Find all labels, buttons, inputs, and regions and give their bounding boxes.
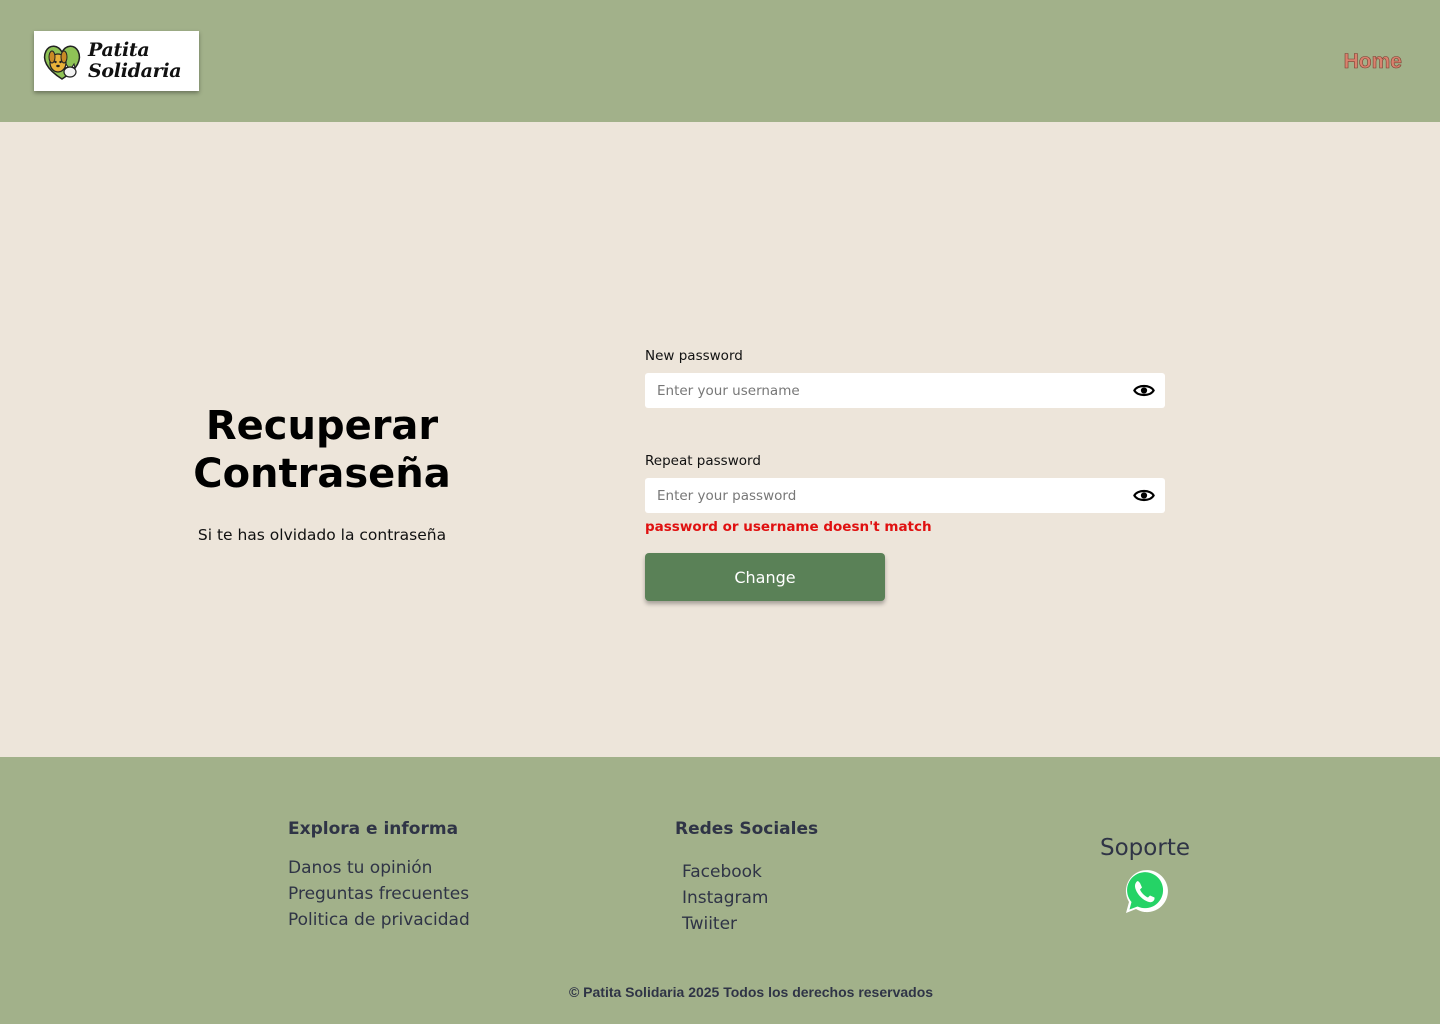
- eye-icon[interactable]: [1133, 382, 1155, 399]
- footer-link-privacy[interactable]: Politica de privacidad: [288, 907, 470, 933]
- repeat-password-input[interactable]: [645, 478, 1165, 513]
- eye-icon[interactable]: [1133, 487, 1155, 504]
- footer-link-opinion[interactable]: Danos tu opinión: [288, 855, 470, 881]
- footer-link-facebook[interactable]: Facebook: [682, 859, 818, 885]
- reset-password-form: New password Repeat password password or…: [645, 348, 1165, 601]
- page-title-line-2: Contraseña: [193, 451, 451, 497]
- footer-social-column: Redes Sociales Facebook Instagram Twiite…: [675, 819, 818, 937]
- repeat-password-label: Repeat password: [645, 453, 761, 469]
- footer-link-instagram[interactable]: Instagram: [682, 885, 818, 911]
- new-password-label: New password: [645, 348, 743, 364]
- footer-social-title: Redes Sociales: [675, 819, 819, 839]
- site-footer: Explora e informa Danos tu opinión Pregu…: [0, 757, 1440, 1024]
- password-error-message: password or username doesn't match: [645, 519, 932, 535]
- footer-explore-title: Explora e informa: [288, 819, 459, 839]
- intro-section: Recuperar Contraseña Si te has olvidado …: [172, 402, 472, 544]
- footer-link-twitter[interactable]: Twiiter: [682, 911, 818, 937]
- logo[interactable]: Patita Solidaria: [34, 31, 199, 91]
- footer-link-faq[interactable]: Preguntas frecuentes: [288, 881, 470, 907]
- new-password-field: [645, 373, 1165, 408]
- footer-explore-column: Explora e informa Danos tu opinión Pregu…: [288, 819, 470, 933]
- site-header: Patita Solidaria Home: [0, 0, 1440, 122]
- logo-text: Patita Solidaria: [88, 39, 182, 82]
- main-content: Recuperar Contraseña Si te has olvidado …: [0, 122, 1440, 757]
- footer-support: Soporte: [1070, 835, 1220, 917]
- logo-line-2: Solidaria: [88, 60, 182, 82]
- footer-support-title: Soporte: [1100, 835, 1190, 861]
- change-button[interactable]: Change: [645, 553, 885, 601]
- nav-home-link[interactable]: Home: [1343, 50, 1402, 74]
- footer-explore-links: Danos tu opinión Preguntas frecuentes Po…: [288, 855, 470, 933]
- whatsapp-icon[interactable]: [1120, 867, 1170, 917]
- page-subtitle: Si te has olvidado la contraseña: [197, 526, 447, 544]
- page-title: Recuperar Contraseña: [172, 402, 472, 498]
- new-password-input[interactable]: [645, 373, 1165, 408]
- repeat-password-field: [645, 478, 1165, 513]
- page-title-line-1: Recuperar: [205, 403, 439, 449]
- dog-cat-logo-icon: [43, 45, 81, 80]
- footer-social-links: Facebook Instagram Twiiter: [675, 859, 818, 937]
- copyright-text: © Patita Solidaria 2025 Todos los derech…: [568, 984, 934, 1000]
- logo-line-1: Patita: [88, 39, 150, 61]
